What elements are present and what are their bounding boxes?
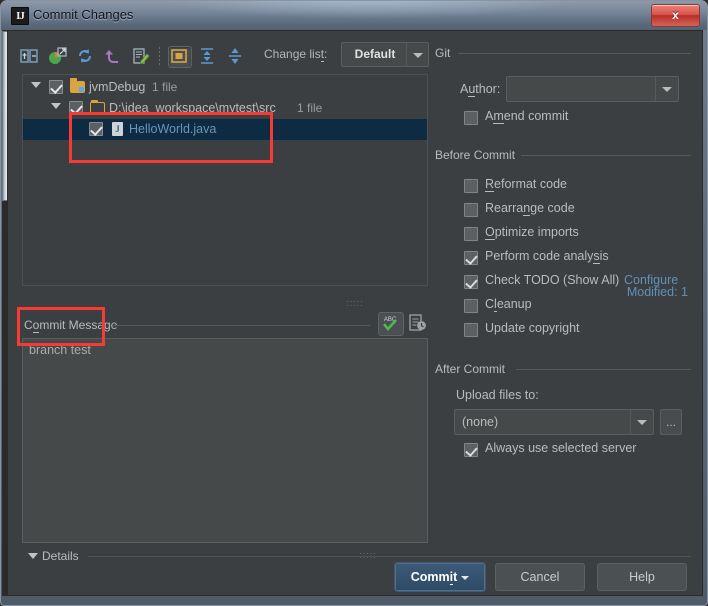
author-combobox[interactable] — [506, 76, 679, 102]
abc-spellcheck-icon[interactable]: ABC — [378, 312, 404, 336]
tree-label-src: D:\idea_workspace\mytest\src — [109, 101, 276, 115]
amend-commit-label: Amend commit — [485, 109, 569, 124]
before-commit-group-rule — [521, 155, 691, 156]
revert-icon[interactable] — [102, 46, 124, 66]
expand-all-icon[interactable] — [196, 46, 218, 66]
optimize-imports-label: Optimize imports — [485, 225, 579, 240]
always-use-selected-server-label: Always use selected server — [485, 441, 637, 455]
message-history-icon[interactable] — [407, 313, 427, 333]
author-label: Author: — [460, 82, 501, 97]
group-by-directory-icon[interactable] — [168, 46, 192, 68]
expand-toggle-src[interactable] — [51, 103, 61, 109]
close-icon[interactable]: x — [651, 4, 700, 27]
rearrange-code-checkbox[interactable] — [464, 203, 478, 217]
author-dropdown-arrow[interactable] — [655, 77, 678, 101]
chevron-down-icon — [662, 87, 672, 92]
configure-todo-link[interactable]: Configure — [624, 273, 678, 287]
change-list-dropdown-arrow[interactable] — [406, 43, 428, 66]
update-copyright-label: Update copyright — [485, 321, 580, 335]
move-to-another-changelist-icon[interactable] — [46, 46, 68, 66]
show-diff-icon[interactable] — [18, 46, 40, 66]
git-group-rule — [458, 53, 691, 54]
commit-message-input[interactable]: branch test — [22, 338, 428, 543]
title-bar: IJ Commit Changes x — [1, 1, 707, 30]
rearrange-code-label: Rearrange code — [485, 201, 575, 216]
cleanup-checkbox[interactable] — [464, 299, 478, 313]
chevron-down-icon — [461, 575, 470, 580]
optimize-imports-checkbox[interactable] — [464, 227, 478, 241]
commit-message-text: branch test — [29, 343, 91, 357]
modified-badge-icon — [79, 87, 84, 92]
edit-source-icon[interactable] — [130, 46, 152, 66]
refresh-icon[interactable] — [74, 46, 96, 66]
java-file-icon — [112, 122, 123, 136]
check-todo-checkbox[interactable] — [464, 275, 478, 289]
upload-files-label: Upload files to: — [456, 388, 539, 402]
reformat-code-checkbox[interactable] — [464, 179, 478, 193]
title-bar-glow — [161, 1, 581, 19]
browse-servers-button[interactable]: ... — [660, 409, 682, 435]
change-list-dropdown[interactable]: Default — [341, 42, 429, 67]
commit-button[interactable]: Commit — [395, 563, 485, 591]
after-commit-group-rule — [516, 369, 691, 370]
upload-server-combobox[interactable]: (none) — [454, 409, 654, 435]
amend-commit-checkbox[interactable] — [464, 111, 478, 125]
window-title: Commit Changes — [33, 7, 134, 22]
change-list-value: Default — [354, 47, 396, 61]
chevron-down-icon — [412, 52, 423, 58]
perform-code-analysis-checkbox[interactable] — [464, 251, 478, 265]
tree-label-helloworld: HelloWorld.java — [129, 122, 217, 136]
cancel-button[interactable]: Cancel — [495, 563, 585, 591]
update-copyright-checkbox[interactable] — [464, 323, 478, 337]
intellij-app-icon: IJ — [11, 7, 29, 25]
before-commit-group-title: Before Commit — [435, 148, 516, 162]
splitter-handle-tree[interactable]: ::::: — [8, 298, 702, 308]
tree-count-src: 1 file — [297, 101, 323, 115]
directory-folder-icon — [90, 100, 105, 114]
perform-code-analysis-label: Perform code analysis — [485, 249, 609, 264]
splitter-handle-details[interactable]: ::::: — [308, 550, 428, 560]
reformat-code-label: Reformat code — [485, 177, 567, 192]
commit-message-rule — [112, 325, 370, 326]
check-todo-label: Check TODO (Show All) — [485, 273, 620, 287]
expand-toggle-jvmdebug[interactable] — [31, 82, 41, 88]
checkbox-helloworld[interactable] — [89, 122, 103, 136]
details-expand-toggle[interactable] — [28, 553, 38, 559]
change-list-label: Change list: — [264, 47, 328, 62]
collapse-all-icon[interactable] — [224, 46, 246, 66]
upload-server-value: (none) — [462, 415, 499, 429]
toolbar-separator — [159, 47, 160, 65]
tree-count-jvmdebug: 1 file — [152, 80, 178, 94]
after-commit-group-title: After Commit — [435, 362, 506, 376]
modified-count-label: Modified: 1 — [626, 285, 688, 299]
always-use-selected-server-checkbox[interactable] — [464, 443, 478, 457]
checkbox-jvmdebug[interactable] — [49, 80, 63, 94]
tree-label-jvmdebug: jvmDebug — [89, 80, 146, 94]
tree-row-file[interactable]: HelloWorld.java — [23, 119, 427, 140]
help-button[interactable]: Help — [597, 563, 687, 591]
changelist-folder-icon — [70, 78, 85, 93]
upload-server-dropdown-arrow[interactable] — [630, 410, 653, 434]
commit-message-label: Commit Message — [24, 318, 123, 333]
commit-changes-dialog: IJ Commit Changes x Change list: Default… — [0, 0, 708, 606]
chevron-down-icon — [637, 420, 647, 425]
dialog-body: Change list: Default jvmDebug 1 file D:\… — [7, 30, 703, 596]
changes-tree[interactable]: jvmDebug 1 file D:\idea_workspace\mytest… — [22, 74, 428, 286]
cleanup-label: Cleanup — [485, 297, 532, 312]
details-label: Details — [42, 549, 79, 563]
git-group-title: Git — [435, 46, 451, 60]
tree-row-changelist[interactable]: jvmDebug 1 file — [23, 77, 427, 98]
checkbox-src[interactable] — [69, 101, 83, 115]
tree-row-directory[interactable]: D:\idea_workspace\mytest\src 1 file — [23, 98, 427, 119]
